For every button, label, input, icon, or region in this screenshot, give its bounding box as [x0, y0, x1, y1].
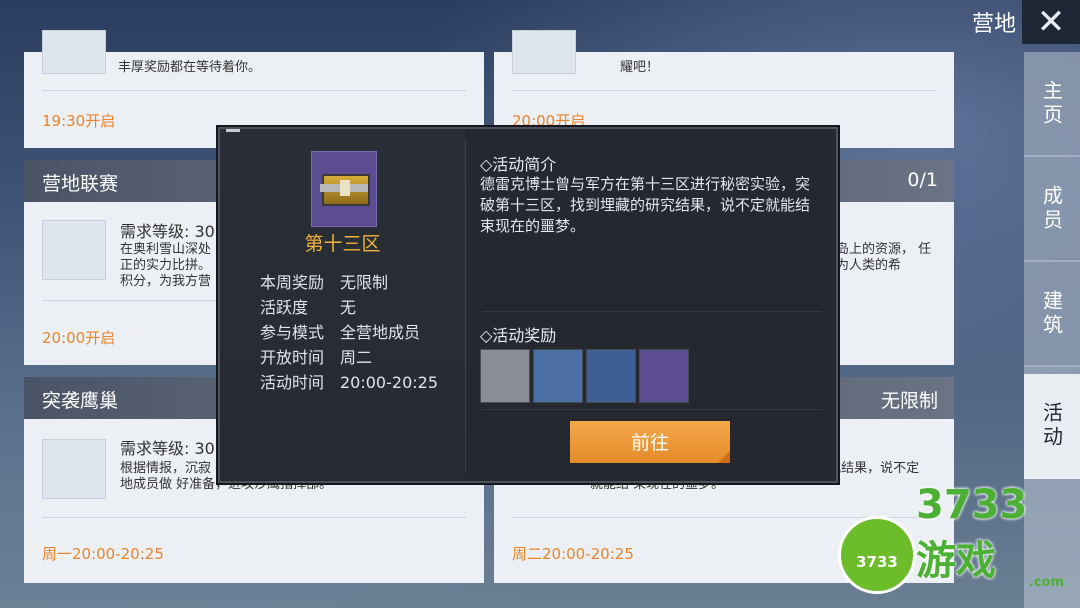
- activity-name: 第十三区: [304, 233, 381, 255]
- section-divider: [482, 409, 822, 410]
- card-title: 营地联赛: [42, 173, 119, 195]
- activity-icon: [311, 151, 377, 227]
- card-divider: [42, 90, 466, 91]
- close-icon[interactable]: ✕: [1022, 0, 1080, 44]
- info-row-time: 活动时间 20:00-20:25: [260, 369, 438, 393]
- watermark-domain: .com: [1028, 575, 1064, 590]
- card-time: 19:30开启: [42, 112, 116, 130]
- watermark-text: 3733游戏: [916, 482, 1028, 584]
- card-description: 丰厚奖励都在等待着你。: [118, 60, 262, 75]
- info-value: 周二: [340, 348, 373, 367]
- nav-item-home[interactable]: 主页: [1024, 52, 1080, 157]
- activity-detail-modal: 第十三区 本周奖励 无限制 活跃度 无 参与模式 全营地成员 开放时间 周二 活动时间 2…: [218, 127, 838, 483]
- supply-box-icon: [42, 439, 106, 499]
- supply-box-icon: [320, 174, 370, 206]
- intro-text: 德雷克博士曾与军方在第十三区进行秘密实验，突破第十三区，找到埋藏的研究结果，说不…: [480, 175, 811, 235]
- info-key: 开放时间: [260, 348, 325, 367]
- info-row-mode: 参与模式 全营地成员: [260, 319, 420, 343]
- card-description: 岛上的资源， 任为人类的希: [836, 242, 932, 273]
- card-time: 周二20:00-20:25: [512, 545, 634, 563]
- page-title: 营地: [971, 12, 1016, 37]
- info-key: 参与模式: [260, 323, 325, 342]
- card-time: 20:00开启: [42, 329, 116, 347]
- info-row-open-day: 开放时间 周二: [260, 344, 372, 368]
- nav-item-buildings[interactable]: 建筑: [1024, 262, 1080, 367]
- card-badge: 无限制: [880, 390, 938, 412]
- silver-coin-icon[interactable]: [480, 349, 530, 403]
- card-thumbnail: [42, 30, 106, 74]
- blueprint-icon[interactable]: [586, 349, 636, 403]
- info-value: 全营地成员: [340, 323, 421, 342]
- card-divider: [42, 517, 466, 518]
- info-key: 本周奖励: [260, 273, 325, 292]
- modal-corner-accent: [226, 129, 240, 132]
- info-row-weekly-reward: 本周奖励 无限制: [260, 269, 388, 293]
- reward-title: ◇活动奖励: [480, 326, 557, 345]
- info-value: 无: [340, 298, 357, 317]
- supply-box-icon[interactable]: [639, 349, 689, 403]
- intro-title: ◇活动简介: [480, 155, 557, 174]
- gold-coin-icon: [42, 220, 106, 280]
- section-divider: [482, 311, 822, 312]
- card-time: 周一20:00-20:25: [42, 545, 164, 563]
- go-button[interactable]: 前往: [570, 421, 730, 463]
- card-requirement: 需求等级: 30: [120, 222, 215, 241]
- modal-divider: [465, 141, 466, 471]
- info-key: 活动时间: [260, 373, 325, 392]
- info-value: 无限制: [340, 273, 389, 292]
- card-requirement: 需求等级: 30: [120, 439, 215, 458]
- info-value: 20:00-20:25: [340, 373, 438, 392]
- info-key: 活跃度: [260, 298, 309, 317]
- card-thumbnail: [512, 30, 576, 74]
- watermark-logo-icon: 3733: [838, 516, 916, 594]
- card-description: 耀吧！: [620, 60, 660, 75]
- nav-item-members[interactable]: 成员: [1024, 157, 1080, 262]
- card-divider: [512, 90, 936, 91]
- armor-piece-icon[interactable]: [533, 349, 583, 403]
- nav-item-activities[interactable]: 活动: [1024, 374, 1080, 479]
- card-description: 在奥利雪山深处 正的实力比拼。 积分，为我方营: [120, 242, 212, 289]
- card-count: 0/1: [907, 169, 938, 191]
- card-title: 突袭鹰巢: [42, 390, 119, 412]
- info-row-activity: 活跃度 无: [260, 294, 356, 318]
